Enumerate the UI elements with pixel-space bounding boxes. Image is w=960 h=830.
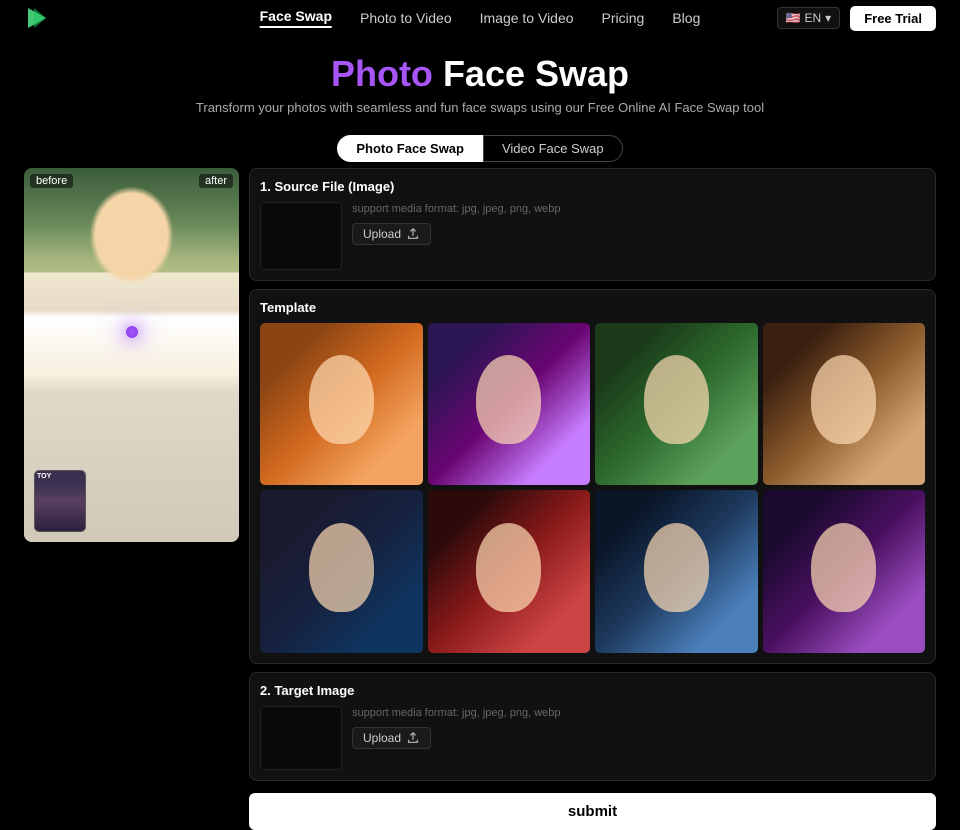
thumbnail-overlay: TOY [34,470,86,532]
main-content: before after TOY 1. Source File (Image) … [0,162,960,542]
navbar-right: 🇺🇸 EN ▾ Free Trial [777,6,936,31]
thumbnail-person [35,471,85,531]
thumbnail-label: TOY [37,473,51,480]
template-item-2[interactable] [428,323,591,486]
target-section-title: 2. Target Image [260,683,925,698]
template-item-8[interactable] [763,490,926,653]
navbar: Face Swap Photo to Video Image to Video … [0,0,960,36]
nav-blog[interactable]: Blog [672,10,700,26]
nav-image-to-video[interactable]: Image to Video [480,10,574,26]
nav-links: Face Swap Photo to Video Image to Video … [260,8,701,28]
lang-label: EN [804,11,821,25]
hero-subtitle: Transform your photos with seamless and … [0,100,960,115]
source-upload-area: support media format: jpg, jpeg, png, we… [260,202,925,270]
template-item-1[interactable] [260,323,423,486]
target-format-text: support media format: jpg, jpeg, png, we… [352,706,925,721]
source-format-text: support media format: jpg, jpeg, png, we… [352,202,925,217]
nav-photo-to-video[interactable]: Photo to Video [360,10,452,26]
source-section-title: 1. Source File (Image) [260,179,925,194]
nav-face-swap[interactable]: Face Swap [260,8,332,28]
template-item-7[interactable] [595,490,758,653]
template-item-5[interactable] [260,490,423,653]
target-upload-button[interactable]: Upload [352,727,431,749]
source-upload-button[interactable]: Upload [352,223,431,245]
before-label: before [30,174,73,188]
hero-title-colored: Photo [331,53,433,94]
template-section-title: Template [260,300,925,315]
hero-title: Photo Face Swap [0,54,960,94]
preview-panel: before after TOY [24,168,239,542]
right-panel: 1. Source File (Image) support media for… [249,168,936,542]
hero-title-rest: Face Swap [433,53,629,94]
upload-label: Upload [363,227,401,241]
target-upload-label: Upload [363,731,401,745]
free-trial-button[interactable]: Free Trial [850,6,936,31]
target-upload-icon [406,731,420,745]
nav-pricing[interactable]: Pricing [602,10,645,26]
logo-icon [24,4,52,32]
template-section: Template [249,289,936,664]
source-preview-box[interactable] [260,202,342,270]
chevron-down-icon: ▾ [825,11,831,25]
tab-bar: Photo Face Swap Video Face Swap [0,135,960,162]
hero-section: Photo Face Swap Transform your photos wi… [0,36,960,125]
template-item-6[interactable] [428,490,591,653]
glow-effect [126,326,138,338]
lang-button[interactable]: 🇺🇸 EN ▾ [777,7,841,29]
template-item-3[interactable] [595,323,758,486]
after-label: after [199,174,233,188]
template-grid [260,323,925,653]
target-preview-box[interactable] [260,706,342,770]
tab-video-face-swap[interactable]: Video Face Swap [483,135,623,162]
tab-photo-face-swap[interactable]: Photo Face Swap [337,135,483,162]
source-file-section: 1. Source File (Image) support media for… [249,168,936,281]
flag-icon: 🇺🇸 [786,11,801,25]
submit-button[interactable]: submit [249,793,936,830]
template-item-4[interactable] [763,323,926,486]
target-upload-info: support media format: jpg, jpeg, png, we… [352,706,925,770]
target-image-section: 2. Target Image support media format: jp… [249,672,936,781]
upload-icon [406,227,420,241]
logo[interactable] [24,4,52,32]
source-upload-info: support media format: jpg, jpeg, png, we… [352,202,925,245]
target-upload-area: support media format: jpg, jpeg, png, we… [260,706,925,770]
